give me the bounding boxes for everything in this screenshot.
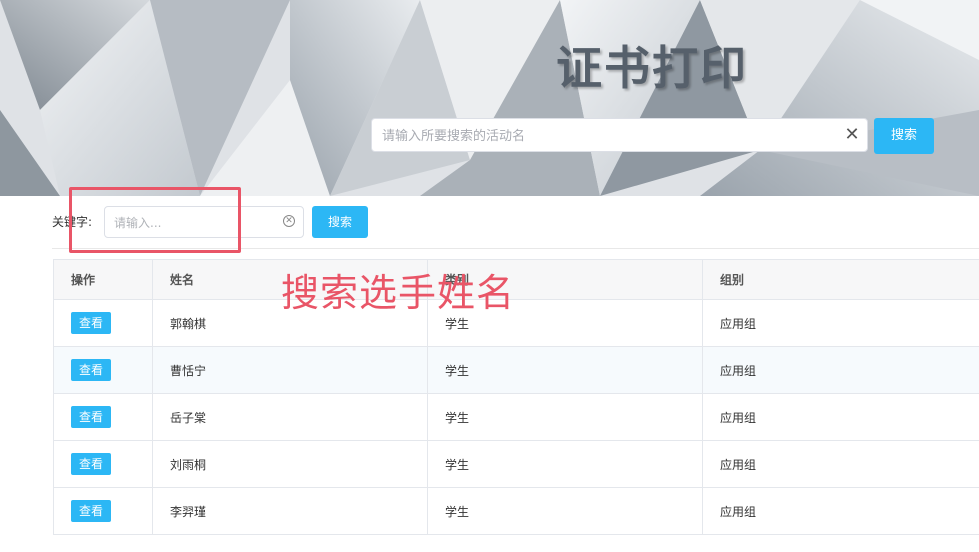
banner-background xyxy=(0,0,979,196)
group-cell: 应用组 xyxy=(702,440,979,488)
participant-table: 操作 姓名 类别 组别 查看 郭翰棋 学生 应用组 查看 曹恬宁 学生 应用组 … xyxy=(53,259,979,535)
table-row: 查看 郭翰棋 学生 应用组 xyxy=(53,299,979,347)
action-cell: 查看 xyxy=(53,440,153,488)
header-action: 操作 xyxy=(53,259,153,300)
table-row: 查看 岳子棠 学生 应用组 xyxy=(53,393,979,441)
activity-search-field[interactable]: ✕ xyxy=(371,118,868,153)
action-cell: 查看 xyxy=(53,346,153,394)
group-cell: 应用组 xyxy=(702,346,979,394)
action-cell: 查看 xyxy=(53,299,153,347)
activity-search-input[interactable] xyxy=(380,119,844,153)
name-cell: 刘雨桐 xyxy=(152,440,428,488)
circle-close-icon[interactable]: ✕ xyxy=(283,215,295,227)
action-cell: 查看 xyxy=(53,393,153,441)
banner: 证书打印 ✕ 搜索 xyxy=(0,0,979,196)
activity-search-button[interactable]: 搜索 xyxy=(874,118,934,154)
group-cell: 应用组 xyxy=(702,487,979,535)
group-cell: 应用组 xyxy=(702,299,979,347)
view-button[interactable]: 查看 xyxy=(71,453,111,475)
table-header-row: 操作 姓名 类别 组别 xyxy=(53,259,979,300)
action-cell: 查看 xyxy=(53,487,153,535)
close-icon[interactable]: ✕ xyxy=(843,126,861,144)
table-row: 查看 刘雨桐 学生 应用组 xyxy=(53,440,979,488)
view-button[interactable]: 查看 xyxy=(71,406,111,428)
table-row: 查看 李羿瑾 学生 应用组 xyxy=(53,487,979,535)
header-group: 组别 xyxy=(702,259,979,300)
table-row: 查看 曹恬宁 学生 应用组 xyxy=(53,346,979,394)
name-cell: 李羿瑾 xyxy=(152,487,428,535)
name-cell: 曹恬宁 xyxy=(152,346,428,394)
category-cell: 学生 xyxy=(427,346,703,394)
annotation-text: 搜索选手姓名 xyxy=(281,271,516,315)
page-title: 证书打印 xyxy=(556,41,748,95)
annotation-box xyxy=(69,187,241,253)
group-cell: 应用组 xyxy=(702,393,979,441)
name-cell: 岳子棠 xyxy=(152,393,428,441)
category-cell: 学生 xyxy=(427,393,703,441)
view-button[interactable]: 查看 xyxy=(71,500,111,522)
category-cell: 学生 xyxy=(427,487,703,535)
view-button[interactable]: 查看 xyxy=(71,359,111,381)
view-button[interactable]: 查看 xyxy=(71,312,111,334)
category-cell: 学生 xyxy=(427,440,703,488)
keyword-search-button[interactable]: 搜索 xyxy=(312,206,368,238)
